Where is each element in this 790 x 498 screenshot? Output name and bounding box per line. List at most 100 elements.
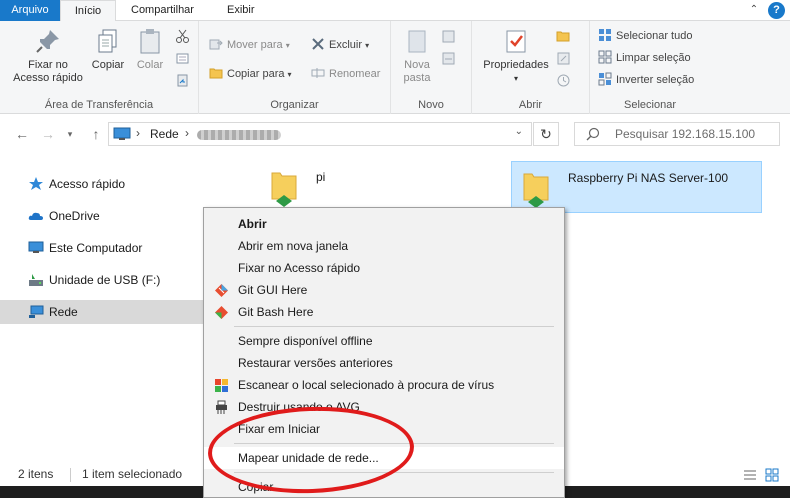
clipboard-group-label: Área de Transferência — [44, 99, 154, 111]
chevron-down-icon: ▾ — [285, 41, 290, 50]
paste-button[interactable]: Colar — [130, 27, 170, 72]
properties-label: Propriedades — [483, 59, 549, 71]
status-divider — [70, 468, 71, 482]
tab-file[interactable]: Arquivo — [0, 0, 60, 21]
move-to-button[interactable]: Mover para ▾ — [209, 36, 290, 54]
file-name: pi — [316, 170, 326, 184]
details-view-icon[interactable] — [743, 468, 757, 482]
menu-separator — [234, 326, 554, 327]
chevron-down-icon[interactable]: ⌄ — [515, 126, 523, 137]
chevron-up-icon[interactable]: ⌃ — [748, 4, 760, 16]
copy-to-label: Copiar para — [227, 68, 285, 80]
menu-item-open[interactable]: Abrir — [204, 213, 564, 235]
sidebar-item-usb-drive[interactable]: Unidade de USB (F:) — [0, 268, 204, 292]
menu-item-git-bash[interactable]: Git Bash Here — [204, 301, 564, 323]
delete-label: Excluir — [329, 39, 363, 51]
cloud-icon — [28, 212, 43, 220]
breadcrumb-separator-icon: › — [185, 126, 189, 140]
item-count: 2 itens — [18, 467, 54, 481]
help-icon[interactable]: ? — [768, 2, 785, 19]
breadcrumb-network[interactable]: Rede — [150, 127, 179, 141]
sidebar-item-label: Unidade de USB (F:) — [49, 273, 161, 287]
properties-icon — [506, 30, 526, 53]
search-box[interactable]: Pesquisar 192.168.15.100 — [574, 122, 780, 146]
chevron-down-icon: ▾ — [287, 70, 292, 79]
copy-path-icon[interactable] — [175, 51, 190, 66]
pin-quick-access-button[interactable]: Fixar no Acesso rápido — [8, 27, 88, 85]
new-folder-button[interactable]: Nova pasta — [397, 27, 437, 85]
organize-group-label: Organizar — [270, 99, 319, 111]
copy-to-icon — [209, 68, 223, 79]
paste-shortcut-icon[interactable] — [175, 73, 190, 88]
clipboard-group: Fixar no Acesso rápido Copiar Colar Área… — [0, 21, 199, 114]
move-to-label: Mover para — [227, 39, 283, 51]
list-item[interactable]: pi — [260, 161, 500, 213]
sidebar-item-label: OneDrive — [49, 209, 100, 223]
tab-home[interactable]: Início — [60, 0, 116, 22]
clear-selection-label: Limpar seleção — [616, 52, 691, 64]
paste-label: Colar — [136, 59, 164, 71]
search-icon — [586, 127, 600, 141]
menu-item-restore-versions[interactable]: Restaurar versões anteriores — [204, 352, 564, 374]
invert-selection-label: Inverter seleção — [616, 74, 695, 86]
copy-label: Copiar — [91, 59, 125, 71]
list-item[interactable]: Raspberry Pi NAS Server-100 — [511, 161, 762, 213]
sidebar-item-onedrive[interactable]: OneDrive — [0, 204, 204, 228]
chevron-down-icon: ▾ — [365, 41, 370, 50]
pin-label-line1: Fixar no — [28, 59, 68, 71]
large-icons-view-icon[interactable] — [765, 468, 779, 482]
breadcrumb-separator-icon: › — [136, 126, 140, 140]
sidebar-item-label: Acesso rápido — [49, 177, 126, 191]
menu-item-label: Escanear o local selecionado à procura d… — [238, 378, 495, 392]
sidebar-item-network[interactable]: Rede — [0, 300, 204, 324]
sidebar-item-label: Rede — [49, 305, 78, 319]
redacted-host-segment[interactable] — [197, 130, 281, 140]
select-group: Selecionar tudo Limpar seleção Inverter … — [590, 21, 710, 114]
up-arrow-icon[interactable]: ↑ — [88, 125, 104, 143]
new-group-label: Novo — [418, 99, 444, 111]
tab-view[interactable]: Exibir — [218, 0, 264, 21]
select-all-label: Selecionar tudo — [616, 30, 693, 42]
delete-button[interactable]: Excluir ▾ — [311, 36, 369, 54]
open-folder-icon[interactable] — [556, 29, 571, 44]
select-all-button[interactable]: Selecionar tudo — [598, 27, 692, 45]
sidebar-item-this-pc[interactable]: Este Computador — [0, 236, 204, 260]
forward-arrow-icon[interactable]: → — [40, 125, 56, 143]
menu-item-scan-virus[interactable]: Escanear o local selecionado à procura d… — [204, 374, 564, 396]
menu-item-git-gui[interactable]: Git GUI Here — [204, 279, 564, 301]
cut-icon[interactable] — [175, 29, 190, 44]
network-icon — [29, 305, 44, 318]
organize-group: Mover para ▾ Copiar para ▾ Excluir ▾ Ren… — [199, 21, 391, 114]
clear-selection-button[interactable]: Limpar seleção — [598, 49, 691, 67]
sidebar-item-label: Este Computador — [49, 241, 143, 255]
easy-access-icon[interactable] — [441, 51, 456, 66]
new-folder-line1: Nova — [404, 59, 430, 71]
recent-locations-chevron-icon[interactable]: ▾ — [62, 125, 78, 143]
computer-icon — [28, 241, 44, 253]
refresh-icon[interactable]: ↻ — [533, 122, 559, 146]
copy-button[interactable]: Copiar — [88, 27, 128, 72]
address-bar[interactable]: › Rede › ⌄ — [108, 122, 532, 146]
invert-selection-button[interactable]: Inverter seleção — [598, 71, 694, 89]
rename-button[interactable]: Renomear — [311, 65, 380, 83]
usb-drive-icon — [29, 274, 43, 286]
copy-to-button[interactable]: Copiar para ▾ — [209, 65, 292, 83]
edit-icon[interactable] — [556, 51, 571, 66]
menu-item-pin-quick-access[interactable]: Fixar no Acesso rápido — [204, 257, 564, 279]
ribbon-tabs: Arquivo Início Compartilhar Exibir ⌃ ? — [0, 0, 790, 22]
menu-item-always-offline[interactable]: Sempre disponível offline — [204, 330, 564, 352]
ribbon: Fixar no Acesso rápido Copiar Colar Área… — [0, 21, 790, 114]
new-group: Nova pasta Novo — [391, 21, 472, 114]
sidebar-item-quick-access[interactable]: Acesso rápido — [0, 172, 204, 196]
new-folder-line2: pasta — [403, 72, 431, 84]
properties-button[interactable]: Propriedades ▾ — [478, 27, 554, 85]
pin-icon — [36, 30, 59, 53]
tab-share[interactable]: Compartilhar — [122, 0, 203, 21]
navigation-pane: Acesso rápido OneDrive Este Computador U… — [0, 153, 204, 463]
file-name: Raspberry Pi NAS Server-100 — [568, 171, 729, 185]
back-arrow-icon[interactable]: ← — [14, 125, 30, 143]
menu-item-open-new-window[interactable]: Abrir em nova janela — [204, 235, 564, 257]
history-icon[interactable] — [556, 73, 571, 88]
new-item-icon[interactable] — [441, 29, 456, 44]
clipboard-icon — [140, 29, 160, 54]
